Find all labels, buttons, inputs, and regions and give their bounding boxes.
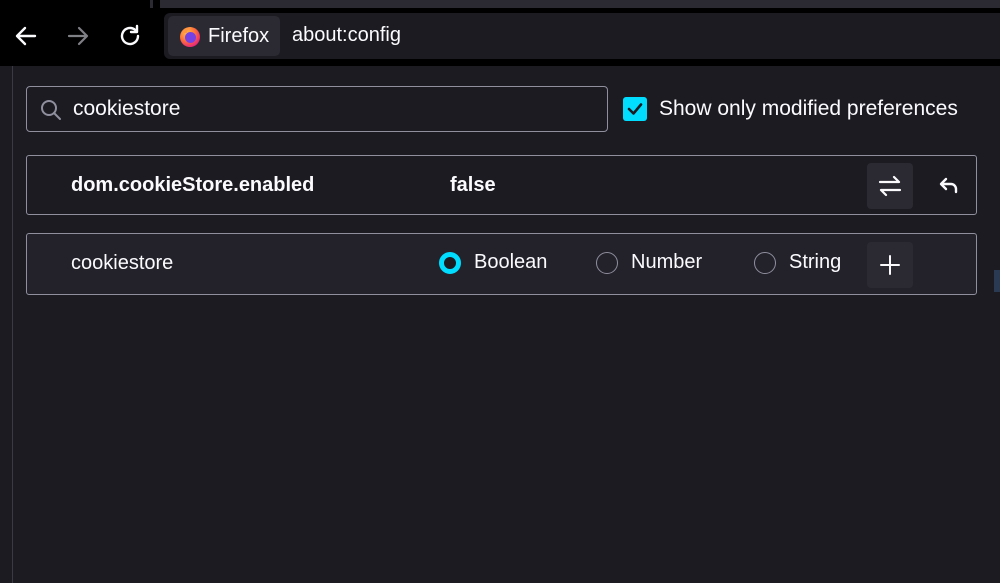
radio-label[interactable]: String [789,251,841,274]
back-arrow-icon [15,26,37,46]
pref-value[interactable]: false [450,174,496,197]
tab-strip-divider [150,0,153,8]
show-modified-toggle[interactable]: Show only modified preferences [623,97,958,121]
reload-icon [120,24,140,46]
side-edge [994,270,1000,292]
type-radio-number[interactable]: Number [596,251,702,274]
toggle-arrows-icon [878,175,902,197]
undo-icon [939,177,958,194]
identity-label: Firefox [208,24,270,47]
url-bar[interactable] [164,13,1000,59]
config-page [12,66,1000,583]
add-button[interactable] [867,242,913,288]
identity-box[interactable]: Firefox [168,16,280,56]
radio-label[interactable]: Boolean [474,251,547,274]
browser-toolbar: Firefox about:config [0,0,1000,66]
type-radio-boolean[interactable]: Boolean [439,251,547,274]
back-button[interactable] [10,20,42,52]
reset-button[interactable] [925,163,971,209]
show-modified-label[interactable]: Show only modified preferences [659,97,958,121]
search-icon [41,100,61,120]
search-field[interactable] [26,86,608,132]
forward-button[interactable] [62,20,94,52]
search-input[interactable] [73,93,593,125]
radio-button[interactable] [439,251,461,274]
forward-arrow-icon [67,26,89,46]
checkmark-icon [627,103,643,115]
reload-button[interactable] [114,20,146,52]
pref-name: dom.cookieStore.enabled [71,174,315,196]
plus-icon [880,255,900,275]
add-pref-row: cookiestore Boolean Number String [26,233,977,295]
type-radio-string[interactable]: String [754,251,841,274]
new-pref-name: cookiestore [71,252,174,274]
show-modified-checkbox[interactable] [623,97,647,121]
toggle-button[interactable] [867,163,913,209]
url-text[interactable]: about:config [292,24,401,47]
radio-button[interactable] [596,251,618,274]
firefox-logo-icon [180,27,200,47]
radio-label[interactable]: Number [631,251,702,274]
pref-row: dom.cookieStore.enabled false [26,155,977,215]
tab-strip-edge [160,0,1000,8]
radio-button[interactable] [754,251,776,274]
